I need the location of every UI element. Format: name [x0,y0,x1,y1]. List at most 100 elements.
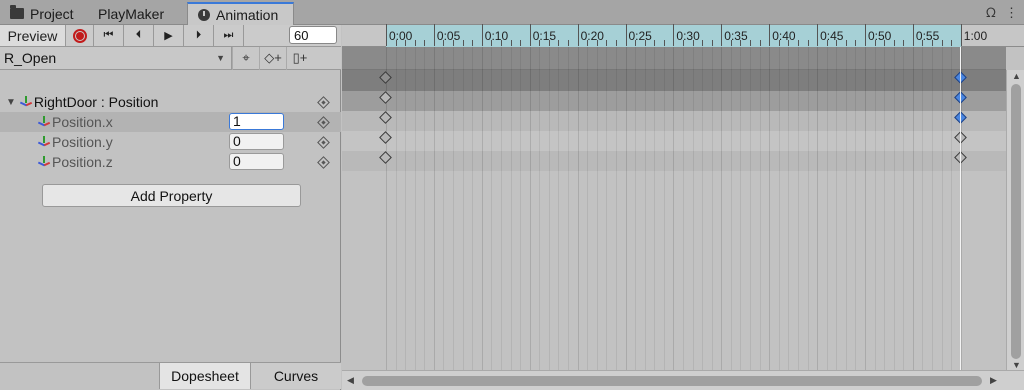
grid-line [606,47,608,372]
keyframe-toggle-icon[interactable] [317,136,330,149]
ruler-minor-tick [644,40,646,46]
clip-selector[interactable]: R_Open ▼ [0,46,232,70]
scroll-right-icon[interactable]: ▶ [990,375,997,386]
crosshair-icon[interactable]: ⌖ [232,46,259,70]
ruler-minor-tick [874,40,876,46]
tab-animation[interactable]: Animation [187,2,294,26]
ruler-minor-tick [797,40,799,46]
grid-line [759,47,761,372]
grid-line [836,47,838,372]
ruler-minor-tick [941,40,943,46]
last-key-button[interactable]: ⏭ [214,25,244,46]
ruler-minor-tick [951,40,953,46]
horizontal-scroll-thumb[interactable] [362,376,982,386]
keyframe-toggle-icon[interactable] [317,156,330,169]
grid-line [778,47,780,372]
playhead[interactable] [960,47,961,372]
grid-line [893,47,895,372]
position-z-field[interactable]: 0 [229,153,284,170]
tab-project[interactable]: Project [0,2,84,25]
editor-tab-bar: Project PlayMaker Animation ᘯ ⋮ [0,0,1024,26]
grid-line [615,47,617,372]
vertical-scrollbar[interactable]: ▲ ▼ [1006,70,1024,372]
animation-hierarchy-panel: Preview ⏮ ⏴ ▶ ⏵ ⏭ 60 R_Open ▼ ⌖ ◇+ ▯+ ▼ … [0,25,341,390]
keyframe-toggle-icon[interactable] [317,96,330,109]
grid-line [682,47,684,372]
ruler-minor-tick [510,40,512,46]
ruler-minor-tick [472,40,474,46]
grid-line [424,47,426,372]
ruler-minor-tick [587,40,589,46]
property-group-row[interactable]: ▼ RightDoor : Position [0,92,341,112]
dopesheet-timeline[interactable]: 0:00 0:05 0:10 0:15 0:20 0:25 0:30 0:35 0:40 0:45… [342,24,1024,390]
add-property-button[interactable]: Add Property [42,184,301,207]
tab-playmaker[interactable]: PlayMaker [88,2,174,25]
ruler-major-tick [960,24,962,46]
ruler-time-label: 1:00 [963,29,988,43]
ruler-time-label: 0:25 [628,29,652,43]
vertical-scroll-thumb[interactable] [1011,84,1021,359]
ruler-minor-tick [462,40,464,46]
grid-line [596,47,598,372]
property-row-z[interactable]: Position.z 0 [0,152,341,172]
grid-line [769,47,771,372]
ruler-major-tick [721,24,723,46]
preview-button[interactable]: Preview [0,25,66,46]
grid-line [807,47,809,372]
dropdown-arrow-icon: ▼ [216,53,225,63]
grid-line [654,47,656,372]
ruler-minor-tick [750,40,752,46]
frame-input[interactable]: 60 [289,26,337,44]
expand-arrow-icon[interactable]: ▼ [6,97,16,108]
grid-line [673,47,675,372]
lock-icon[interactable]: ᘯ [986,5,996,21]
property-row-x[interactable]: Position.x 1 [0,112,341,132]
add-event-icon[interactable]: ▯+ [286,46,313,70]
keyframe-toggle-icon[interactable] [317,116,330,129]
ruler-minor-tick [548,40,550,46]
next-key-button[interactable]: ⏵ [184,25,214,46]
first-key-button[interactable]: ⏮ [94,25,124,46]
ruler-minor-tick [405,40,407,46]
grid-line [462,47,464,372]
time-ruler[interactable]: 0:00 0:05 0:10 0:15 0:20 0:25 0:30 0:35 0:40 0:45… [342,24,1024,47]
ruler-minor-tick [500,40,502,46]
property-row-y[interactable]: Position.y 0 [0,132,341,152]
ruler-major-tick [912,24,914,46]
tab-dopesheet[interactable]: Dopesheet [159,363,250,389]
ruler-major-tick [817,24,819,46]
transform-axis-icon [37,156,51,168]
horizontal-scrollbar[interactable]: ◀ ▶ [342,370,1024,390]
ruler-minor-tick [903,40,905,46]
grid-line [912,47,914,372]
record-button[interactable] [66,25,94,46]
ruler-minor-tick [836,40,838,46]
scroll-left-icon[interactable]: ◀ [347,375,354,386]
grid-line [443,47,445,372]
ruler-minor-tick [932,40,934,46]
ruler-major-tick [625,24,627,46]
add-keyframe-icon[interactable]: ◇+ [259,46,286,70]
scroll-up-icon[interactable]: ▲ [1012,71,1021,81]
ruler-minor-tick [893,40,895,46]
ruler-minor-tick [922,40,924,46]
grid-line [750,47,752,372]
tab-curves[interactable]: Curves [250,363,341,389]
prev-key-button[interactable]: ⏴ [124,25,154,46]
ruler-minor-tick [855,40,857,46]
menu-icon[interactable]: ⋮ [1005,5,1018,21]
scroll-down-icon[interactable]: ▼ [1012,360,1021,370]
position-x-field[interactable]: 1 [229,113,284,130]
play-button[interactable]: ▶ [154,25,184,46]
ruler-time-label: 0:20 [580,29,604,43]
ruler-minor-tick [884,40,886,46]
grid-line [577,47,579,372]
grid-line [414,47,416,372]
ruler-major-tick [386,24,387,46]
position-y-field[interactable]: 0 [229,133,284,150]
ruler-major-tick [673,24,675,46]
grid-line [817,47,819,372]
ruler-minor-tick [654,40,656,46]
grid-line [587,47,589,372]
grid-line [558,47,560,372]
